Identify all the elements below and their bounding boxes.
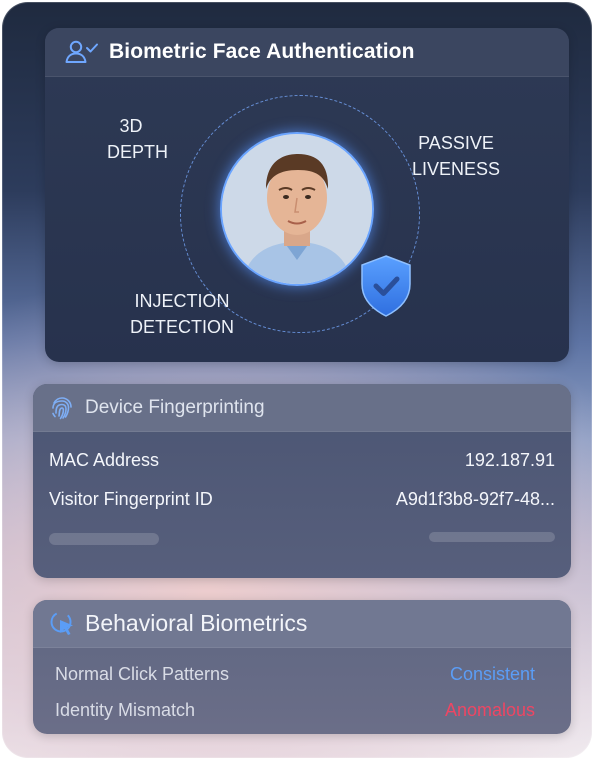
face-authentication-header: Biometric Face Authentication [45, 28, 569, 77]
label-injection-detection: INJECTION DETECTION [129, 291, 234, 337]
row-value: A9d1f3b8-92f7-48... [395, 489, 555, 509]
click-patterns-row: Normal Click Patterns Consistent [55, 664, 535, 685]
user-check-icon [65, 39, 99, 65]
identity-mismatch-row: Identity Mismatch Anomalous [55, 700, 535, 721]
row-label: Visitor Fingerprint ID [49, 489, 213, 509]
behavioral-biometrics-card: Behavioral Biometrics Normal Click Patte… [33, 600, 571, 734]
behavioral-biometrics-title: Behavioral Biometrics [85, 610, 308, 636]
placeholder-bar [429, 532, 555, 542]
face-authentication-card: Biometric Face Authentication 3D DEPTH P… [45, 28, 569, 362]
cursor-click-icon [49, 610, 77, 638]
status-consistent: Consistent [449, 664, 535, 684]
shield-check-icon [358, 254, 414, 318]
status-anomalous: Anomalous [444, 700, 535, 720]
row-label: Normal Click Patterns [55, 664, 230, 684]
device-fingerprinting-card: Device Fingerprinting MAC Address 192.18… [33, 384, 571, 578]
device-fingerprinting-title: Device Fingerprinting [85, 396, 265, 418]
placeholder-bar [49, 533, 159, 545]
app-panel: Biometric Face Authentication 3D DEPTH P… [2, 2, 592, 758]
label-passive-liveness: PASSIVE LIVENESS [411, 133, 501, 179]
row-value: 192.187.91 [464, 450, 555, 470]
behavioral-biometrics-header: Behavioral Biometrics [33, 600, 571, 648]
mac-address-row: MAC Address 192.187.91 [49, 450, 555, 471]
label-3d-depth: 3D DEPTH [107, 116, 169, 162]
row-label: Identity Mismatch [55, 700, 196, 720]
fingerprint-icon [49, 395, 75, 421]
device-fingerprinting-header: Device Fingerprinting [33, 384, 571, 432]
fingerprint-id-row: Visitor Fingerprint ID A9d1f3b8-92f7-48.… [49, 489, 555, 510]
face-authentication-title: Biometric Face Authentication [109, 40, 415, 63]
face-photo [220, 132, 374, 286]
row-label: MAC Address [49, 450, 160, 470]
